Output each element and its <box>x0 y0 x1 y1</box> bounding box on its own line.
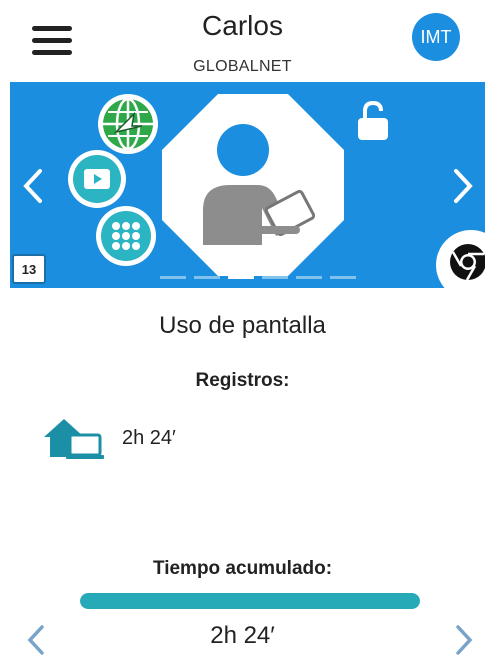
carousel-dot-active[interactable] <box>228 276 254 279</box>
globe-cursor-icon[interactable] <box>96 92 160 156</box>
chrome-button[interactable] <box>436 230 485 288</box>
carousel-dot[interactable] <box>296 276 322 279</box>
accumulated-label: Tiempo acumulado: <box>152 558 333 579</box>
home-laptop-icon <box>44 419 104 459</box>
chevron-right-icon[interactable] <box>454 624 474 656</box>
carousel-dot[interactable] <box>160 276 186 279</box>
calendar-badge[interactable]: 13 <box>12 254 46 284</box>
apps-grid-icon[interactable] <box>94 204 158 268</box>
accumulated-progress-bar <box>80 593 420 609</box>
app-header: Carlos GLOBALNET IMT <box>0 0 485 82</box>
registro-item[interactable]: 2h 24′ <box>40 410 176 466</box>
accumulated-time: 2h 24′ <box>210 622 275 649</box>
video-play-icon[interactable] <box>66 148 128 210</box>
user-device-illustration <box>162 94 344 276</box>
section-title: Uso de pantalla <box>159 312 326 339</box>
carousel-dot[interactable] <box>330 276 356 279</box>
page-subtitle: GLOBALNET <box>193 58 292 75</box>
registros-label: Registros: <box>195 370 290 391</box>
lock-open-icon[interactable] <box>356 100 390 142</box>
progress-fill <box>80 593 420 609</box>
carousel-dot[interactable] <box>262 276 288 279</box>
registro-time: 2h 24′ <box>122 426 176 449</box>
carousel-indicators <box>160 276 356 280</box>
chevron-right-icon[interactable] <box>452 168 474 204</box>
avatar[interactable]: IMT <box>412 13 460 61</box>
chevron-left-icon[interactable] <box>22 168 44 204</box>
chrome-icon <box>450 244 485 281</box>
carousel-dot[interactable] <box>194 276 220 279</box>
banner-carousel: 13 <box>10 82 485 288</box>
